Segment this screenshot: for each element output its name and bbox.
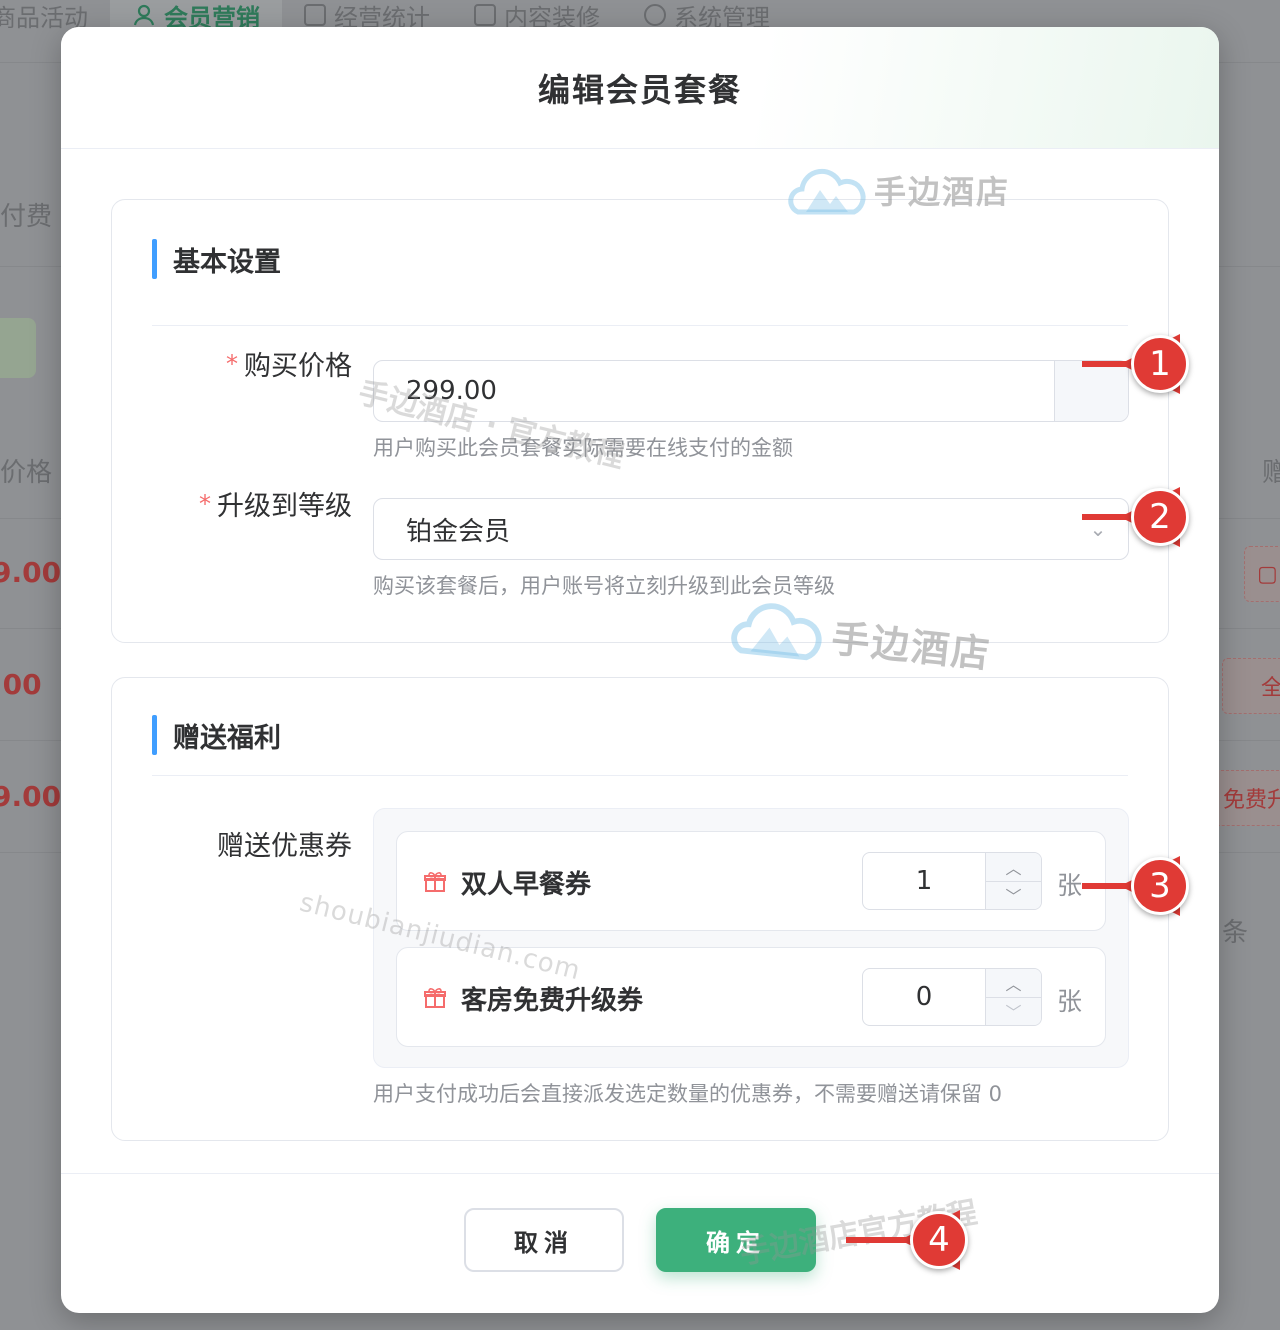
dialog-footer: 取消 确定 — [61, 1173, 1219, 1313]
annotation-badge: 4 — [910, 1211, 968, 1269]
gear-icon — [644, 4, 666, 26]
coupon-item: 双人早餐券 1 ︿ ﹀ 张 — [396, 831, 1106, 931]
bg-tag: ▢ — [1244, 546, 1280, 602]
coupon-name: 客房免费升级券 — [461, 986, 644, 1016]
top-navigation: 商品活动 会员营销 经营统计 内容装修 系统管理 — [0, 0, 1280, 32]
bg-tag-label: 全 — [1261, 676, 1280, 701]
section-accent-bar — [152, 715, 157, 755]
bg-column-price: 价格 — [0, 458, 53, 488]
gift-icon: ▢ — [1257, 561, 1278, 587]
quantity-stepper: 0 ︿ ﹀ — [862, 968, 1042, 1026]
chevron-down-icon: ﹀ — [986, 996, 1041, 1025]
dialog-header: 编辑会员套餐 — [61, 27, 1219, 149]
stepper-buttons: ︿ ﹀ — [985, 853, 1041, 909]
quantity-unit: 张 — [1057, 871, 1083, 900]
gift-icon — [424, 988, 446, 1008]
chevron-down-icon: ⌄ — [1089, 517, 1107, 541]
coupons-hint: 用户支付成功后会直接派发选定数量的优惠券，不需要赠送请保留 0 — [373, 1082, 1003, 1106]
annotation-badge: 2 — [1131, 488, 1189, 546]
chevron-down-icon[interactable]: ﹀ — [986, 880, 1041, 909]
section-title: 赠送福利 — [173, 722, 281, 754]
chart-icon — [304, 4, 326, 26]
cancel-button[interactable]: 取消 — [464, 1208, 624, 1272]
bg-price: 9.00 — [0, 780, 62, 813]
price-input-value: 299.00 — [406, 376, 497, 406]
bg-tag: 全 — [1222, 658, 1280, 714]
nav-item-system-management[interactable]: 系统管理 — [622, 0, 792, 32]
section-header: 基本设置 — [152, 238, 281, 280]
annotation-badge: 1 — [1131, 335, 1189, 393]
basic-settings-card: 基本设置 * 购买价格 299.00 用户购买此会员套餐实际需要在线支付的金额 … — [111, 199, 1169, 643]
quantity-input[interactable]: 1 — [863, 853, 985, 909]
level-label-text: 升级到等级 — [217, 491, 352, 522]
layout-icon — [474, 4, 496, 26]
price-hint: 用户购买此会员套餐实际需要在线支付的金额 — [373, 436, 793, 460]
bg-tag-label: 免费升 — [1223, 788, 1280, 813]
bg-price: .00 — [0, 668, 42, 701]
gift-icon — [424, 872, 446, 892]
chevron-up-icon[interactable]: ︿ — [986, 853, 1041, 881]
coupon-item: 客房免费升级券 0 ︿ ﹀ 张 — [396, 947, 1106, 1047]
quantity-unit: 张 — [1057, 987, 1083, 1016]
price-input[interactable]: 299.00 — [373, 360, 1129, 422]
member-icon — [133, 4, 155, 26]
bg-column-gift: 赠 — [1262, 458, 1280, 488]
coupons-label-text: 赠送优惠券 — [217, 831, 352, 862]
bg-side-text: 付费 — [0, 202, 53, 232]
section-title: 基本设置 — [173, 246, 281, 278]
edit-membership-dialog: 编辑会员套餐 基本设置 * 购买价格 299.00 用户购买此会员套餐实际需要在… — [61, 27, 1219, 1313]
nav-item-member-marketing[interactable]: 会员营销 — [110, 0, 282, 32]
confirm-button[interactable]: 确定 — [656, 1208, 816, 1272]
bg-tag: 免费升 — [1210, 770, 1280, 826]
coupon-name: 双人早餐券 — [461, 870, 592, 900]
coupons-label: 赠送优惠券 — [217, 824, 352, 863]
price-input-suffix — [1054, 361, 1128, 421]
level-hint: 购买该套餐后，用户账号将立刻升级到此会员等级 — [373, 574, 835, 598]
price-label: * 购买价格 — [226, 344, 352, 383]
dialog-title: 编辑会员套餐 — [537, 70, 742, 109]
annotation-badge: 3 — [1131, 857, 1189, 915]
level-select-value: 铂金会员 — [406, 516, 511, 547]
nav-item-product-activity[interactable]: 商品活动 — [0, 0, 110, 32]
section-header: 赠送福利 — [152, 714, 281, 756]
section-accent-bar — [152, 239, 157, 279]
bg-price: 9.00 — [0, 556, 62, 589]
required-asterisk: * — [226, 349, 238, 378]
price-label-text: 购买价格 — [244, 351, 352, 382]
bg-green-button — [0, 318, 36, 378]
level-label: * 升级到等级 — [199, 484, 352, 523]
coupon-list: 双人早餐券 1 ︿ ﹀ 张 客房免费升级券 0 ︿ ﹀ 张 — [373, 808, 1129, 1068]
chevron-up-icon[interactable]: ︿ — [986, 969, 1041, 997]
section-divider — [152, 325, 1128, 326]
stepper-buttons: ︿ ﹀ — [985, 969, 1041, 1025]
bg-pager-text: 条 — [1222, 918, 1249, 948]
level-select[interactable]: 铂金会员 ⌄ — [373, 498, 1129, 560]
gift-benefits-card: 赠送福利 赠送优惠券 双人早餐券 1 ︿ ﹀ 张 客房免费升级券 0 ︿ ﹀ 张… — [111, 677, 1169, 1141]
nav-item-business-stats[interactable]: 经营统计 — [282, 0, 452, 32]
section-divider — [152, 775, 1128, 776]
required-asterisk: * — [199, 489, 211, 518]
quantity-input[interactable]: 0 — [863, 969, 985, 1025]
quantity-stepper: 1 ︿ ﹀ — [862, 852, 1042, 910]
nav-item-content-decoration[interactable]: 内容装修 — [452, 0, 622, 32]
